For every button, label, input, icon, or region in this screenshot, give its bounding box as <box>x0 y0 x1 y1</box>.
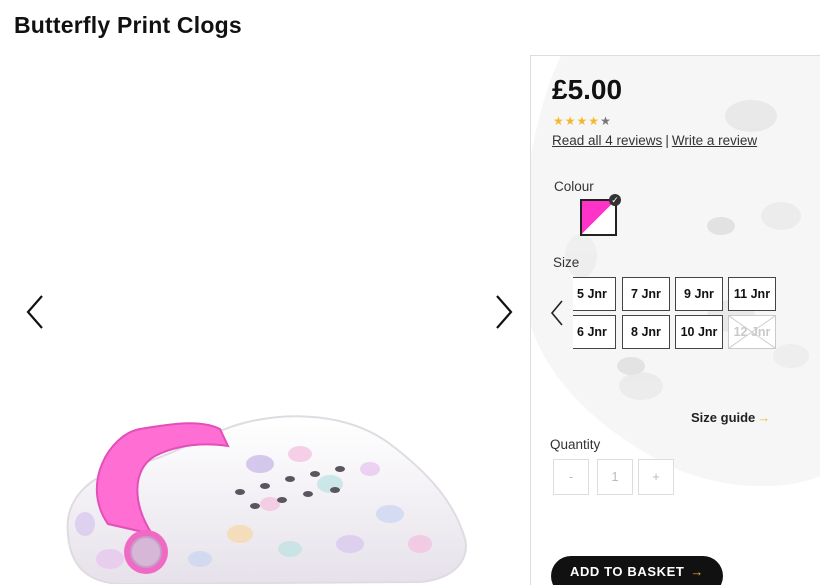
size-guide-label: Size guide <box>691 410 756 425</box>
star-icon: ★ <box>564 114 577 128</box>
product-image-gallery <box>0 56 530 584</box>
size-option[interactable]: 6 Jnr <box>573 315 616 349</box>
product-info-panel: £5.00 ★★★★★ Read all 4 reviews | Write a r… <box>530 55 820 585</box>
size-label: Size <box>553 255 580 270</box>
colour-label: Colour <box>554 179 594 194</box>
chevron-left-icon <box>26 295 43 329</box>
quantity-decrease-button[interactable]: - <box>553 459 589 495</box>
size-guide-link[interactable]: Size guide → <box>691 410 770 425</box>
gallery-next-button[interactable] <box>487 292 517 332</box>
add-to-basket-label: ADD TO BASKET <box>569 564 685 579</box>
chevron-left-icon <box>550 300 563 326</box>
size-option[interactable]: 9 Jnr <box>675 277 723 311</box>
add-to-basket-button[interactable]: ADD TO BASKET → <box>551 556 723 585</box>
size-options: 5 Jnr 7 Jnr 9 Jnr 11 Jnr 6 Jnr 8 Jnr 10 … <box>573 276 820 351</box>
quantity-label: Quantity <box>550 437 601 452</box>
product-price: £5.00 <box>552 74 623 105</box>
product-image <box>66 415 467 584</box>
product-title: Butterfly Print Clogs <box>14 12 242 38</box>
arrow-right-icon: → <box>690 564 705 579</box>
size-option[interactable]: 8 Jnr <box>622 315 670 349</box>
quantity-increase-button[interactable]: + <box>638 459 674 495</box>
reviews-separator: | <box>665 133 669 148</box>
star-empty-icon: ★ <box>600 114 612 128</box>
read-reviews-link[interactable]: Read all 4 reviews <box>552 133 662 148</box>
write-review-link[interactable]: Write a review <box>672 133 757 148</box>
size-option[interactable]: 5 Jnr <box>573 277 616 311</box>
size-prev-button[interactable] <box>549 299 565 327</box>
size-option-unavailable: 12 Jnr <box>728 315 776 349</box>
star-icon: ★ <box>553 114 565 128</box>
colour-swatch-pink-white[interactable]: ✓ <box>580 194 621 236</box>
chevron-right-icon <box>496 295 513 329</box>
rating-stars: ★★★★★ <box>553 114 612 128</box>
reviews-links: Read all 4 reviews | Write a review <box>552 133 757 148</box>
check-icon: ✓ <box>609 194 621 206</box>
size-option[interactable]: 7 Jnr <box>622 277 670 311</box>
size-option-label: 12 Jnr <box>733 325 771 339</box>
star-icon: ★ <box>588 114 601 128</box>
star-icon: ★ <box>576 114 589 128</box>
quantity-input[interactable]: 1 <box>597 459 633 495</box>
size-option[interactable]: 10 Jnr <box>675 315 723 349</box>
size-option[interactable]: 11 Jnr <box>728 277 776 311</box>
arrow-right-icon: → <box>757 410 771 425</box>
gallery-prev-button[interactable] <box>22 292 52 332</box>
